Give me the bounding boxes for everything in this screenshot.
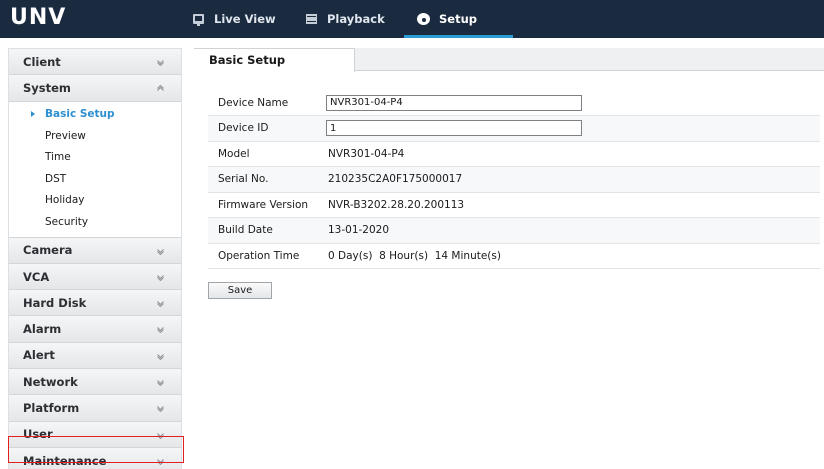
nav-setup-label: Setup: [439, 12, 477, 26]
menu-vca-label: VCA: [23, 269, 50, 284]
tab-basic-setup[interactable]: Basic Setup: [194, 48, 355, 72]
firmware-version-value: NVR-B3202.28.20.200113: [314, 192, 820, 218]
device-id-input[interactable]: [326, 120, 582, 137]
film-icon: [306, 14, 317, 24]
sidebar-item-security[interactable]: Security: [9, 211, 181, 233]
nav-live-view-label: Live View: [214, 12, 276, 26]
nav-live-view[interactable]: Live View: [193, 0, 276, 38]
sidebar-item-label: DST: [45, 172, 67, 185]
main-content: Basic Setup Device Name Device ID Model …: [194, 48, 824, 469]
sidebar-item-basic-setup[interactable]: Basic Setup: [9, 104, 181, 126]
menu-network-label: Network: [23, 374, 78, 389]
device-id-label: Device ID: [208, 115, 314, 142]
device-name-label: Device Name: [208, 90, 314, 116]
sidebar-item-dst[interactable]: DST: [9, 168, 181, 190]
save-button[interactable]: Save: [208, 282, 272, 299]
chevron-down-icon: [157, 353, 164, 360]
chevron-down-icon: [157, 59, 164, 66]
sidebar-item-time[interactable]: Time: [9, 147, 181, 169]
sidebar-item-label: Holiday: [45, 194, 85, 207]
nav-playback[interactable]: Playback: [306, 0, 385, 38]
menu-platform[interactable]: Platform: [9, 395, 181, 422]
menu-hard-disk[interactable]: Hard Disk: [9, 290, 181, 317]
menu-platform-label: Platform: [23, 401, 80, 416]
chevron-down-icon: [157, 458, 164, 465]
serial-no-label: Serial No.: [208, 166, 314, 193]
firmware-version-label: Firmware Version: [208, 192, 314, 218]
table-row: Build Date 13-01-2020: [208, 217, 820, 244]
build-date-label: Build Date: [208, 217, 314, 244]
menu-maintenance[interactable]: Maintenance: [9, 447, 181, 469]
serial-no-value: 210235C2A0F175000017: [314, 166, 820, 193]
menu-user[interactable]: User: [9, 421, 181, 448]
tab-bar: Basic Setup: [194, 48, 824, 72]
menu-network[interactable]: Network: [9, 369, 181, 396]
basic-setup-form: Device Name Device ID Model NVR301-04-P4…: [208, 90, 820, 269]
table-row: Model NVR301-04-P4: [208, 141, 820, 167]
sidebar-item-label: Basic Setup: [45, 108, 115, 121]
sidebar-item-label: Security: [45, 215, 89, 228]
sidebar-item-label: Time: [45, 151, 71, 164]
chevron-down-icon: [157, 326, 164, 334]
top-nav-bar: UNV Live View Playback Setup: [0, 0, 824, 38]
menu-alarm-label: Alarm: [23, 322, 62, 337]
gear-icon: [418, 14, 429, 24]
sidebar-item-preview[interactable]: Preview: [9, 125, 181, 147]
sidebar-item-label: Preview: [45, 129, 86, 142]
menu-maintenance-label: Maintenance: [23, 453, 107, 468]
sidebar-item-holiday[interactable]: Holiday: [9, 190, 181, 212]
menu-alarm[interactable]: Alarm: [9, 316, 181, 343]
menu-vca[interactable]: VCA: [9, 263, 181, 291]
menu-system[interactable]: System: [9, 75, 181, 102]
table-row: Firmware Version NVR-B3202.28.20.200113: [208, 192, 820, 218]
build-date-value: 13-01-2020: [314, 217, 820, 244]
operation-time-value: 0 Day(s) 8 Hour(s) 14 Minute(s): [314, 243, 820, 269]
table-row: Serial No. 210235C2A0F175000017: [208, 166, 820, 193]
chevron-down-icon: [157, 248, 164, 255]
device-name-input[interactable]: [326, 94, 582, 111]
chevron-down-icon: [157, 432, 164, 439]
menu-client[interactable]: Client: [9, 49, 181, 76]
table-row: Operation Time 0 Day(s) 8 Hour(s) 14 Min…: [208, 243, 820, 269]
menu-camera-label: Camera: [23, 243, 73, 258]
chevron-down-icon: [157, 300, 164, 308]
model-value: NVR301-04-P4: [314, 141, 820, 167]
nav-setup[interactable]: Setup: [404, 0, 513, 38]
menu-user-label: User: [23, 427, 53, 442]
menu-system-label: System: [23, 80, 71, 95]
model-label: Model: [208, 141, 314, 167]
table-row: Device Name: [208, 90, 820, 116]
brand-logo: UNV: [10, 5, 67, 30]
menu-alert[interactable]: Alert: [9, 342, 181, 370]
chevron-down-icon: [157, 405, 164, 413]
menu-alert-label: Alert: [23, 348, 55, 363]
settings-sidebar: Client System Basic Setup Preview Time D…: [8, 48, 182, 469]
monitor-icon: [193, 14, 204, 26]
system-submenu: Basic Setup Preview Time DST Holiday Sec…: [9, 101, 181, 238]
nav-playback-label: Playback: [327, 12, 385, 26]
chevron-up-icon: [157, 85, 164, 92]
caret-right-icon: [31, 110, 35, 117]
chevron-down-icon: [157, 379, 164, 387]
table-row: Device ID: [208, 115, 820, 142]
chevron-down-icon: [157, 274, 164, 281]
menu-client-label: Client: [23, 54, 61, 69]
operation-time-label: Operation Time: [208, 243, 314, 269]
menu-camera[interactable]: Camera: [9, 237, 181, 264]
menu-hard-disk-label: Hard Disk: [23, 295, 87, 310]
